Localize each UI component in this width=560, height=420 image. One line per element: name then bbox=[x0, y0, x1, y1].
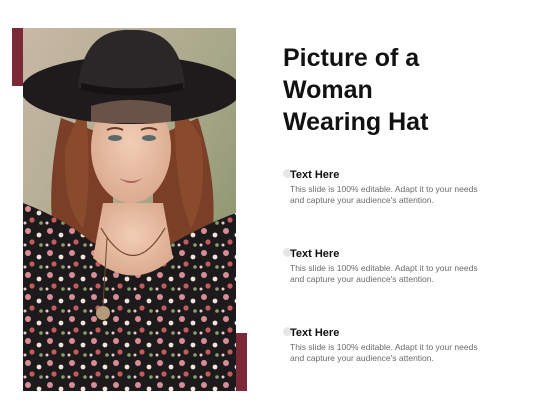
item-body-line: and capture your audience's attention. bbox=[290, 353, 434, 363]
accent-bar-top bbox=[12, 28, 23, 86]
item-body-line: and capture your audience's attention. bbox=[290, 195, 434, 205]
item-heading[interactable]: Text Here bbox=[290, 247, 515, 261]
item-body[interactable]: This slide is 100% editable. Adapt it to… bbox=[290, 342, 515, 364]
item-heading[interactable]: Text Here bbox=[290, 168, 515, 182]
item-heading[interactable]: Text Here bbox=[290, 326, 515, 340]
text-item: Text Here This slide is 100% editable. A… bbox=[283, 326, 515, 364]
accent-bar-bottom bbox=[236, 333, 247, 391]
woman-wearing-hat-photo[interactable] bbox=[23, 28, 236, 391]
slide-title: Picture of a Woman Wearing Hat bbox=[283, 42, 533, 138]
title-line: Woman bbox=[283, 76, 373, 104]
item-body-line: This slide is 100% editable. Adapt it to… bbox=[290, 263, 478, 273]
text-item: Text Here This slide is 100% editable. A… bbox=[283, 247, 515, 285]
item-body[interactable]: This slide is 100% editable. Adapt it to… bbox=[290, 263, 515, 285]
item-body-line: This slide is 100% editable. Adapt it to… bbox=[290, 342, 478, 352]
title-line: Wearing Hat bbox=[283, 108, 429, 136]
title-line: Picture of a bbox=[283, 44, 420, 72]
item-body-line: This slide is 100% editable. Adapt it to… bbox=[290, 184, 478, 194]
text-item: Text Here This slide is 100% editable. A… bbox=[283, 168, 515, 206]
slide: Picture of a Woman Wearing Hat Text Here… bbox=[0, 0, 560, 420]
item-body-line: and capture your audience's attention. bbox=[290, 274, 434, 284]
item-body[interactable]: This slide is 100% editable. Adapt it to… bbox=[290, 184, 515, 206]
